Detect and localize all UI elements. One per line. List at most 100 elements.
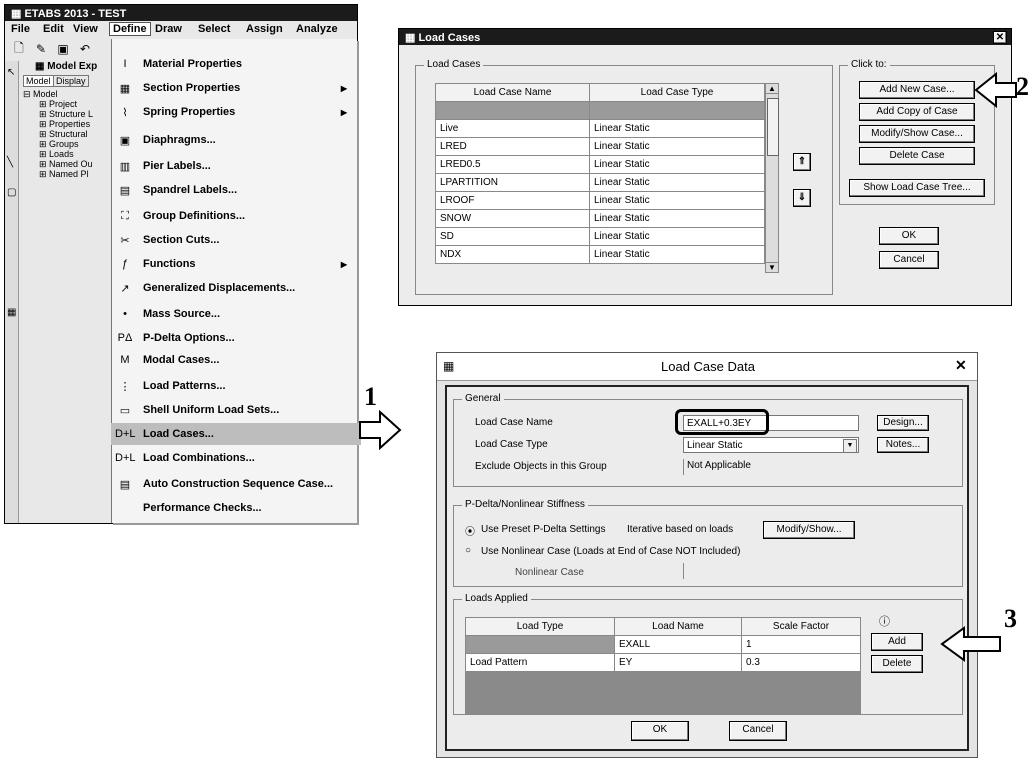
ok-button[interactable]: OK bbox=[879, 227, 939, 245]
load-case-type-cell[interactable]: Linear Static bbox=[589, 191, 765, 210]
close-icon[interactable]: ✕ bbox=[955, 357, 967, 374]
scroll-thumb[interactable] bbox=[767, 98, 779, 156]
move-down-button[interactable]: ⇓ bbox=[793, 189, 811, 207]
load-case-name-cell[interactable] bbox=[435, 101, 590, 120]
load-case-name-cell[interactable]: LRED bbox=[435, 137, 590, 156]
table-row[interactable]: LRED0.5 Linear Static bbox=[435, 155, 765, 174]
menu-assign[interactable]: Assign bbox=[246, 23, 283, 35]
menu-define[interactable]: Define bbox=[109, 22, 151, 36]
info-icon[interactable]: ⓘ bbox=[879, 613, 890, 629]
col-scale-factor[interactable]: Scale Factor bbox=[741, 617, 861, 636]
menu-item-material-properties[interactable]: I Material Properties bbox=[115, 53, 355, 75]
table-row[interactable]: Load Pattern EY 0.3 bbox=[465, 653, 861, 672]
load-case-type-cell[interactable]: Linear Static bbox=[589, 245, 765, 264]
notes-button[interactable]: Notes... bbox=[877, 437, 929, 453]
delete-button[interactable]: Delete bbox=[871, 655, 923, 673]
load-type-cell[interactable]: Load Pattern bbox=[465, 653, 615, 672]
load-name-cell[interactable]: EY bbox=[614, 653, 742, 672]
add-new-case-button[interactable]: Add New Case... bbox=[859, 81, 975, 99]
menu-item-load-cases[interactable]: D+L Load Cases... bbox=[111, 423, 361, 445]
menu-item-group-definitions[interactable]: ⛶ Group Definitions... bbox=[115, 205, 355, 227]
modify-show-button[interactable]: Modify/Show... bbox=[763, 521, 855, 539]
ok-button[interactable]: OK bbox=[631, 721, 689, 741]
table-row[interactable]: EXALL 1 bbox=[465, 635, 861, 654]
load-case-name-cell[interactable]: LROOF bbox=[435, 191, 590, 210]
radio-nonlinear-case[interactable]: ○ bbox=[465, 545, 471, 556]
menu-item-auto-construction-sequence-case[interactable]: ▤ Auto Construction Sequence Case... bbox=[115, 473, 355, 495]
load-type-cell[interactable] bbox=[465, 635, 615, 654]
menu-item-diaphragms[interactable]: ▣ Diaphragms... bbox=[115, 129, 355, 151]
radio-preset-pdelta[interactable]: ⦿ bbox=[465, 523, 475, 538]
add-copy-of-case-button[interactable]: Add Copy of Case bbox=[859, 103, 975, 121]
menu-item-section-properties[interactable]: ▦ Section Properties ▶ bbox=[115, 77, 355, 99]
menu-item-functions[interactable]: ƒ Functions ▶ bbox=[115, 253, 355, 275]
menu-item-spring-properties[interactable]: ⌇ Spring Properties ▶ bbox=[115, 101, 355, 123]
load-case-name-cell[interactable]: SD bbox=[435, 227, 590, 246]
scale-factor-cell[interactable]: 1 bbox=[741, 635, 861, 654]
menu-item-performance-checks[interactable]: Performance Checks... bbox=[115, 497, 355, 519]
save-icon[interactable]: ▣ bbox=[53, 39, 73, 59]
scale-factor-cell[interactable]: 0.3 bbox=[741, 653, 861, 672]
new-file-icon[interactable]: 🗋 bbox=[9, 39, 29, 59]
close-icon[interactable]: ✕ bbox=[993, 31, 1007, 44]
pointer-icon[interactable]: ↖ bbox=[7, 67, 15, 78]
tree-item-properties[interactable]: ⊞ Properties bbox=[23, 119, 93, 129]
menu-item-generalized-displacements[interactable]: ↗ Generalized Displacements... bbox=[115, 277, 355, 299]
grid-icon[interactable]: ▦ bbox=[7, 307, 16, 318]
tree-item-groups[interactable]: ⊞ Groups bbox=[23, 139, 93, 149]
menu-item-section-cuts[interactable]: ✂ Section Cuts... bbox=[115, 229, 355, 251]
cancel-button[interactable]: Cancel bbox=[729, 721, 787, 741]
tree-item-structural[interactable]: ⊞ Structural bbox=[23, 129, 93, 139]
table-row[interactable]: LRED Linear Static bbox=[435, 137, 765, 156]
tree-item-named-plots[interactable]: ⊞ Named Pl bbox=[23, 169, 93, 179]
tree-item-loads[interactable]: ⊞ Loads bbox=[23, 149, 93, 159]
tree-item-named-output[interactable]: ⊞ Named Ou bbox=[23, 159, 93, 169]
load-case-name-cell[interactable]: LPARTITION bbox=[435, 173, 590, 192]
add-button[interactable]: Add bbox=[871, 633, 923, 651]
col-load-type[interactable]: Load Type bbox=[465, 617, 615, 636]
table-row[interactable]: Live Linear Static bbox=[435, 119, 765, 138]
menu-item-mass-source[interactable]: • Mass Source... bbox=[115, 303, 355, 325]
menu-edit[interactable]: Edit bbox=[43, 23, 64, 35]
load-case-type-cell[interactable]: Linear Static bbox=[589, 119, 765, 138]
tree-item-project[interactable]: ⊞ Project bbox=[23, 99, 93, 109]
table-row[interactable] bbox=[435, 101, 765, 120]
load-case-name-cell[interactable]: NDX bbox=[435, 245, 590, 264]
load-case-type-cell[interactable]: Linear Static bbox=[589, 173, 765, 192]
menu-item-shell-uniform-load-sets[interactable]: ▭ Shell Uniform Load Sets... bbox=[115, 399, 355, 421]
modify-show-case-button[interactable]: Modify/Show Case... bbox=[859, 125, 975, 143]
chevron-down-icon[interactable]: ▼ bbox=[843, 439, 857, 453]
table-row[interactable]: SNOW Linear Static bbox=[435, 209, 765, 228]
show-load-case-tree-button[interactable]: Show Load Case Tree... bbox=[849, 179, 985, 197]
draw-line-icon[interactable]: ╲ bbox=[7, 157, 13, 168]
scroll-up-icon[interactable]: ▲ bbox=[766, 84, 778, 94]
load-case-type-select[interactable]: Linear Static ▼ bbox=[683, 437, 859, 453]
menu-item-p-delta-options[interactable]: PΔ P-Delta Options... bbox=[115, 327, 355, 349]
draw-area-icon[interactable]: ▢ bbox=[7, 187, 16, 198]
scroll-down-icon[interactable]: ▼ bbox=[766, 262, 778, 272]
load-case-type-cell[interactable]: Linear Static bbox=[589, 227, 765, 246]
menu-file[interactable]: File bbox=[11, 23, 30, 35]
load-case-type-cell[interactable]: Linear Static bbox=[589, 155, 765, 174]
table-row[interactable]: NDX Linear Static bbox=[435, 245, 765, 264]
col-load-case-type[interactable]: Load Case Type bbox=[589, 83, 765, 102]
load-case-name-cell[interactable]: Live bbox=[435, 119, 590, 138]
menu-item-modal-cases[interactable]: M Modal Cases... bbox=[115, 349, 355, 371]
explorer-tab-display[interactable]: Display bbox=[53, 75, 89, 87]
load-case-name-cell[interactable]: SNOW bbox=[435, 209, 590, 228]
delete-case-button[interactable]: Delete Case bbox=[859, 147, 975, 165]
design-button[interactable]: Design... bbox=[877, 415, 929, 431]
load-case-type-cell[interactable]: Linear Static bbox=[589, 137, 765, 156]
menu-view[interactable]: View bbox=[73, 23, 98, 35]
menu-item-spandrel-labels[interactable]: ▤ Spandrel Labels... bbox=[115, 179, 355, 201]
load-case-name-cell[interactable]: LRED0.5 bbox=[435, 155, 590, 174]
load-name-cell[interactable]: EXALL bbox=[614, 635, 742, 654]
tree-item-model[interactable]: ⊟ Model bbox=[23, 89, 93, 99]
table-row[interactable]: SD Linear Static bbox=[435, 227, 765, 246]
load-case-type-cell[interactable] bbox=[589, 101, 765, 120]
menu-analyze[interactable]: Analyze bbox=[296, 23, 338, 35]
load-case-type-cell[interactable]: Linear Static bbox=[589, 209, 765, 228]
menu-select[interactable]: Select bbox=[198, 23, 230, 35]
menu-item-load-combinations[interactable]: D+L Load Combinations... bbox=[115, 447, 355, 469]
tree-item-structure-layout[interactable]: ⊞ Structure L bbox=[23, 109, 93, 119]
